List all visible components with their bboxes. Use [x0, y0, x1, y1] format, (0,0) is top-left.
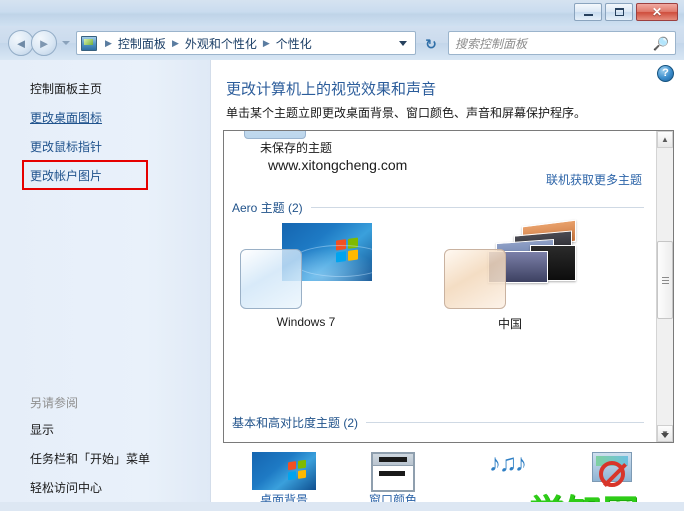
search-box[interactable]: 搜索控制面板 🔍 — [448, 31, 676, 55]
theme-tile-china[interactable]: 中国 — [444, 219, 576, 332]
china-theme-thumbnail — [444, 219, 576, 309]
title-bar: ✕ — [0, 0, 684, 26]
screensaver-preview — [592, 452, 632, 487]
theme-thumbnail-grid: Windows 7 中国 — [240, 219, 576, 332]
sidebar-see-also: 另请参阅 显示 任务栏和「开始」菜单 轻松访问中心 — [0, 390, 211, 502]
sidebar-item-change-account-picture[interactable]: 更改帐户图片 — [0, 161, 211, 190]
theme-group-label-basic: 基本和高对比度主题 (2) — [232, 416, 359, 430]
theme-list-scrollbar[interactable]: ▲ ▼ — [656, 131, 673, 442]
theme-list-box[interactable]: 未保存的主题 www.xitongcheng.com 联机获取更多主题 Aero… — [223, 130, 674, 443]
breadcrumb-item-appearance[interactable]: 外观和个性化 — [184, 33, 258, 54]
content-bar — [379, 471, 405, 476]
address-bar[interactable]: ▶ 控制面板 ▶ 外观和个性化 ▶ 个性化 — [76, 31, 416, 55]
forward-button[interactable]: ► — [31, 30, 57, 56]
footer-strip — [0, 502, 684, 511]
forward-arrow-icon: ► — [37, 35, 51, 51]
refresh-button[interactable]: ↻ — [421, 34, 441, 53]
breadcrumb-separator-icon: ▶ — [262, 37, 270, 48]
current-theme-thumbnail[interactable] — [244, 131, 306, 139]
setting-screen-saver[interactable] — [552, 452, 672, 492]
music-notes-icon: ♪♫♪ — [489, 450, 527, 477]
sidebar-item-ease-of-access-center[interactable]: 轻松访问中心 — [0, 473, 211, 502]
content-area: 控制面板主页 更改桌面图标 更改鼠标指针 更改帐户图片 另请参阅 显示 任务栏和… — [0, 60, 684, 511]
sidebar-item-change-desktop-icons[interactable]: 更改桌面图标 — [0, 103, 211, 132]
group-divider — [366, 422, 644, 423]
maximize-icon — [614, 8, 624, 16]
group-divider — [310, 207, 644, 208]
get-more-themes-online-link[interactable]: 联机获取更多主题 — [546, 171, 642, 188]
windows-logo-icon — [288, 459, 306, 481]
page-title: 更改计算机上的视觉效果和声音 — [226, 81, 437, 98]
desktop-background-icon — [224, 452, 344, 492]
see-also-heading: 另请参阅 — [30, 396, 79, 410]
control-panel-icon — [81, 35, 97, 51]
sounds-icon: ♪♫♪ — [447, 452, 567, 492]
theme-name-windows7: Windows 7 — [276, 315, 336, 329]
help-icon: ? — [662, 67, 669, 79]
sidebar-item-control-panel-home[interactable]: 控制面板主页 — [0, 74, 211, 103]
close-button[interactable]: ✕ — [636, 3, 678, 21]
scrollbar-grip-icon — [661, 276, 669, 284]
windows-logo-icon — [336, 237, 358, 263]
theme-group-label-aero: Aero 主题 (2) — [232, 201, 303, 215]
no-symbol-icon — [599, 461, 625, 487]
sidebar: 控制面板主页 更改桌面图标 更改鼠标指针 更改帐户图片 另请参阅 显示 任务栏和… — [0, 60, 211, 511]
caret-up-icon: ▲ — [661, 134, 669, 144]
sidebar-primary-links: 控制面板主页 更改桌面图标 更改鼠标指针 更改帐户图片 — [0, 74, 211, 190]
back-arrow-icon: ◄ — [14, 35, 28, 51]
theme-name-china: 中国 — [497, 317, 522, 331]
window-controls: ✕ — [574, 3, 678, 21]
sidebar-item-change-mouse-pointers[interactable]: 更改鼠标指针 — [0, 132, 211, 161]
sidebar-item-taskbar-start-menu[interactable]: 任务栏和「开始」菜单 — [0, 444, 211, 473]
address-dropdown-icon[interactable] — [399, 40, 407, 46]
help-button[interactable]: ? — [657, 65, 674, 82]
window-preview — [371, 452, 415, 492]
page-subtitle: 单击某个主题立即更改桌面背景、窗口颜色、声音和屏幕保护程序。 — [226, 106, 587, 120]
theme-group-header-basic: 基本和高对比度主题 (2) — [232, 414, 644, 431]
minimize-icon — [583, 14, 593, 16]
minimize-button[interactable] — [574, 3, 602, 21]
breadcrumb-separator-icon: ▶ — [105, 37, 112, 48]
basic-group-collapse-icon[interactable] — [661, 433, 669, 438]
screensaver-disabled-icon — [552, 452, 672, 492]
sidebar-item-display[interactable]: 显示 — [0, 415, 211, 444]
theme-group-header-aero: Aero 主题 (2) — [232, 199, 644, 216]
window-glass-preview — [240, 249, 302, 309]
main-pane: ? 更改计算机上的视觉效果和声音 单击某个主题立即更改桌面背景、窗口颜色、声音和… — [212, 60, 684, 511]
search-icon: 🔍 — [652, 35, 669, 51]
unsaved-theme-label: 未保存的主题 — [260, 141, 333, 155]
scroll-up-button[interactable]: ▲ — [657, 131, 673, 148]
breadcrumb-separator-icon: ▶ — [171, 37, 179, 48]
theme-list-content: 未保存的主题 www.xitongcheng.com 联机获取更多主题 Aero… — [224, 131, 656, 442]
theme-tile-windows7[interactable]: Windows 7 — [240, 223, 372, 332]
titlebar-bar — [379, 457, 407, 462]
site-watermark-label: www.xitongcheng.com — [268, 157, 408, 173]
navigation-bar: ◄ ► ▶ 控制面板 ▶ 外观和个性化 ▶ 个性化 ↻ 搜索控制面板 🔍 — [0, 26, 684, 60]
setting-sounds[interactable]: ♪♫♪ — [447, 452, 567, 492]
breadcrumb-item-personalization[interactable]: 个性化 — [275, 33, 313, 54]
scrollbar-thumb[interactable] — [657, 241, 673, 319]
refresh-icon: ↻ — [425, 35, 437, 52]
window-color-icon — [333, 452, 453, 492]
history-dropdown-icon[interactable] — [62, 41, 70, 45]
nav-arrows: ◄ ► — [8, 30, 70, 56]
windows7-theme-thumbnail — [240, 223, 372, 309]
close-icon: ✕ — [651, 5, 663, 19]
window-glass-preview — [444, 249, 506, 309]
wallpaper-preview — [252, 452, 316, 490]
search-input[interactable]: 搜索控制面板 — [455, 35, 527, 52]
maximize-button[interactable] — [605, 3, 633, 21]
breadcrumb-item-control-panel[interactable]: 控制面板 — [117, 33, 167, 54]
